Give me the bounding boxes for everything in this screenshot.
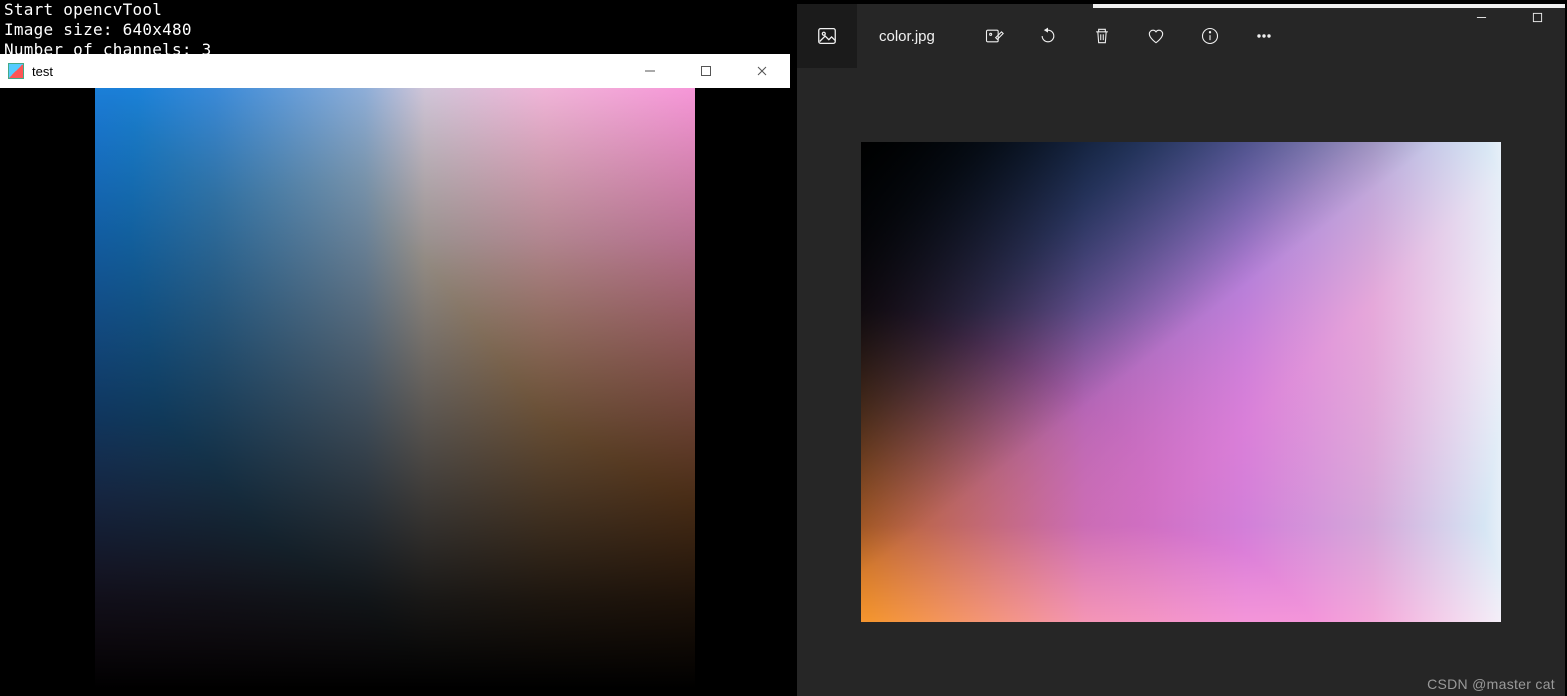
- maximize-icon: [1532, 12, 1543, 23]
- photos-image-area: [797, 68, 1565, 696]
- edit-button[interactable]: [981, 23, 1007, 49]
- close-icon: [756, 65, 768, 77]
- opencv-window-title: test: [32, 64, 53, 79]
- rotate-button[interactable]: [1035, 23, 1061, 49]
- watermark: CSDN @master cat: [1427, 676, 1555, 692]
- image-icon: [816, 25, 838, 47]
- maximize-button[interactable]: [678, 54, 734, 88]
- photos-toolbar: [981, 4, 1277, 68]
- opencv-titlebar[interactable]: test: [0, 54, 790, 88]
- minimize-icon: [1476, 12, 1487, 23]
- edit-icon: [984, 26, 1004, 46]
- maximize-icon: [700, 65, 712, 77]
- maximize-button[interactable]: [1509, 1, 1565, 33]
- heart-icon: [1146, 26, 1166, 46]
- rotate-icon: [1038, 26, 1058, 46]
- opencv-window-controls: [622, 54, 790, 88]
- more-button[interactable]: [1251, 23, 1277, 49]
- favorite-button[interactable]: [1143, 23, 1169, 49]
- terminal-output: Start opencvTool Image size: 640x480 Num…: [4, 0, 794, 60]
- trash-icon: [1092, 26, 1112, 46]
- opencv-displayed-image: [95, 88, 695, 688]
- photos-tab-button[interactable]: [797, 4, 857, 68]
- photos-displayed-image: [861, 142, 1501, 622]
- opencv-window: test: [0, 54, 790, 694]
- opencv-image-area: [0, 88, 790, 694]
- more-icon: [1254, 26, 1274, 46]
- photos-filename: color.jpg: [879, 28, 935, 45]
- photos-app-window: color.jpg: [797, 4, 1565, 696]
- delete-button[interactable]: [1089, 23, 1115, 49]
- close-button[interactable]: [734, 54, 790, 88]
- photos-titlebar[interactable]: color.jpg: [797, 4, 1565, 68]
- opencv-app-icon: [8, 63, 24, 79]
- minimize-icon: [644, 65, 656, 77]
- minimize-button[interactable]: [1453, 1, 1509, 33]
- minimize-button[interactable]: [622, 54, 678, 88]
- info-button[interactable]: [1197, 23, 1223, 49]
- info-icon: [1200, 26, 1220, 46]
- photos-window-controls: [1453, 1, 1565, 33]
